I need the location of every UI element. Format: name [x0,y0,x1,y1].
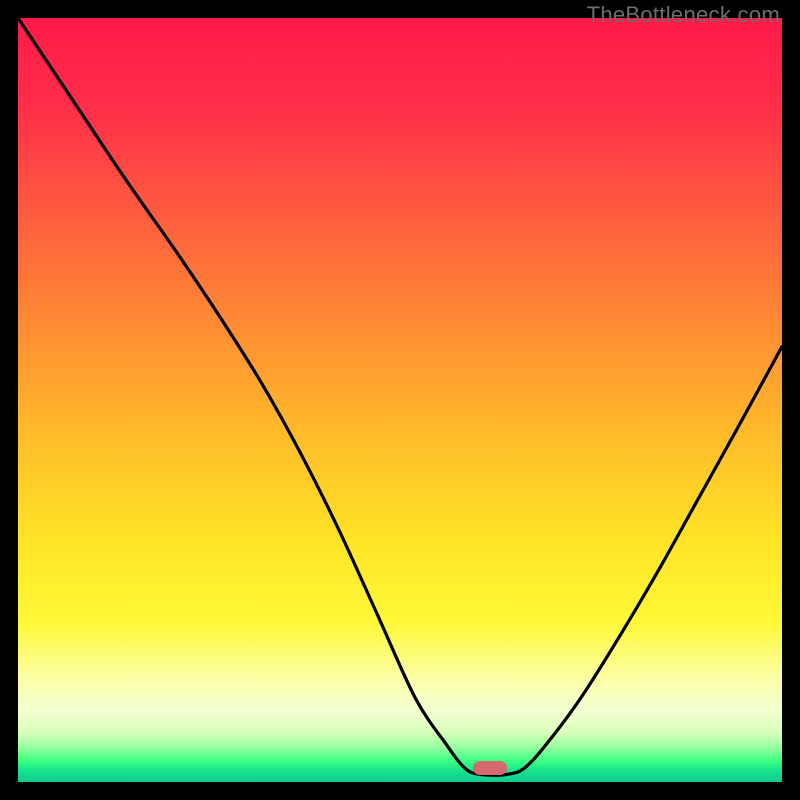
optimal-marker [473,761,507,775]
plot-area [18,18,782,782]
bottleneck-curve [18,18,782,782]
chart-frame: TheBottleneck.com [0,0,800,800]
watermark-label: TheBottleneck.com [587,2,780,28]
